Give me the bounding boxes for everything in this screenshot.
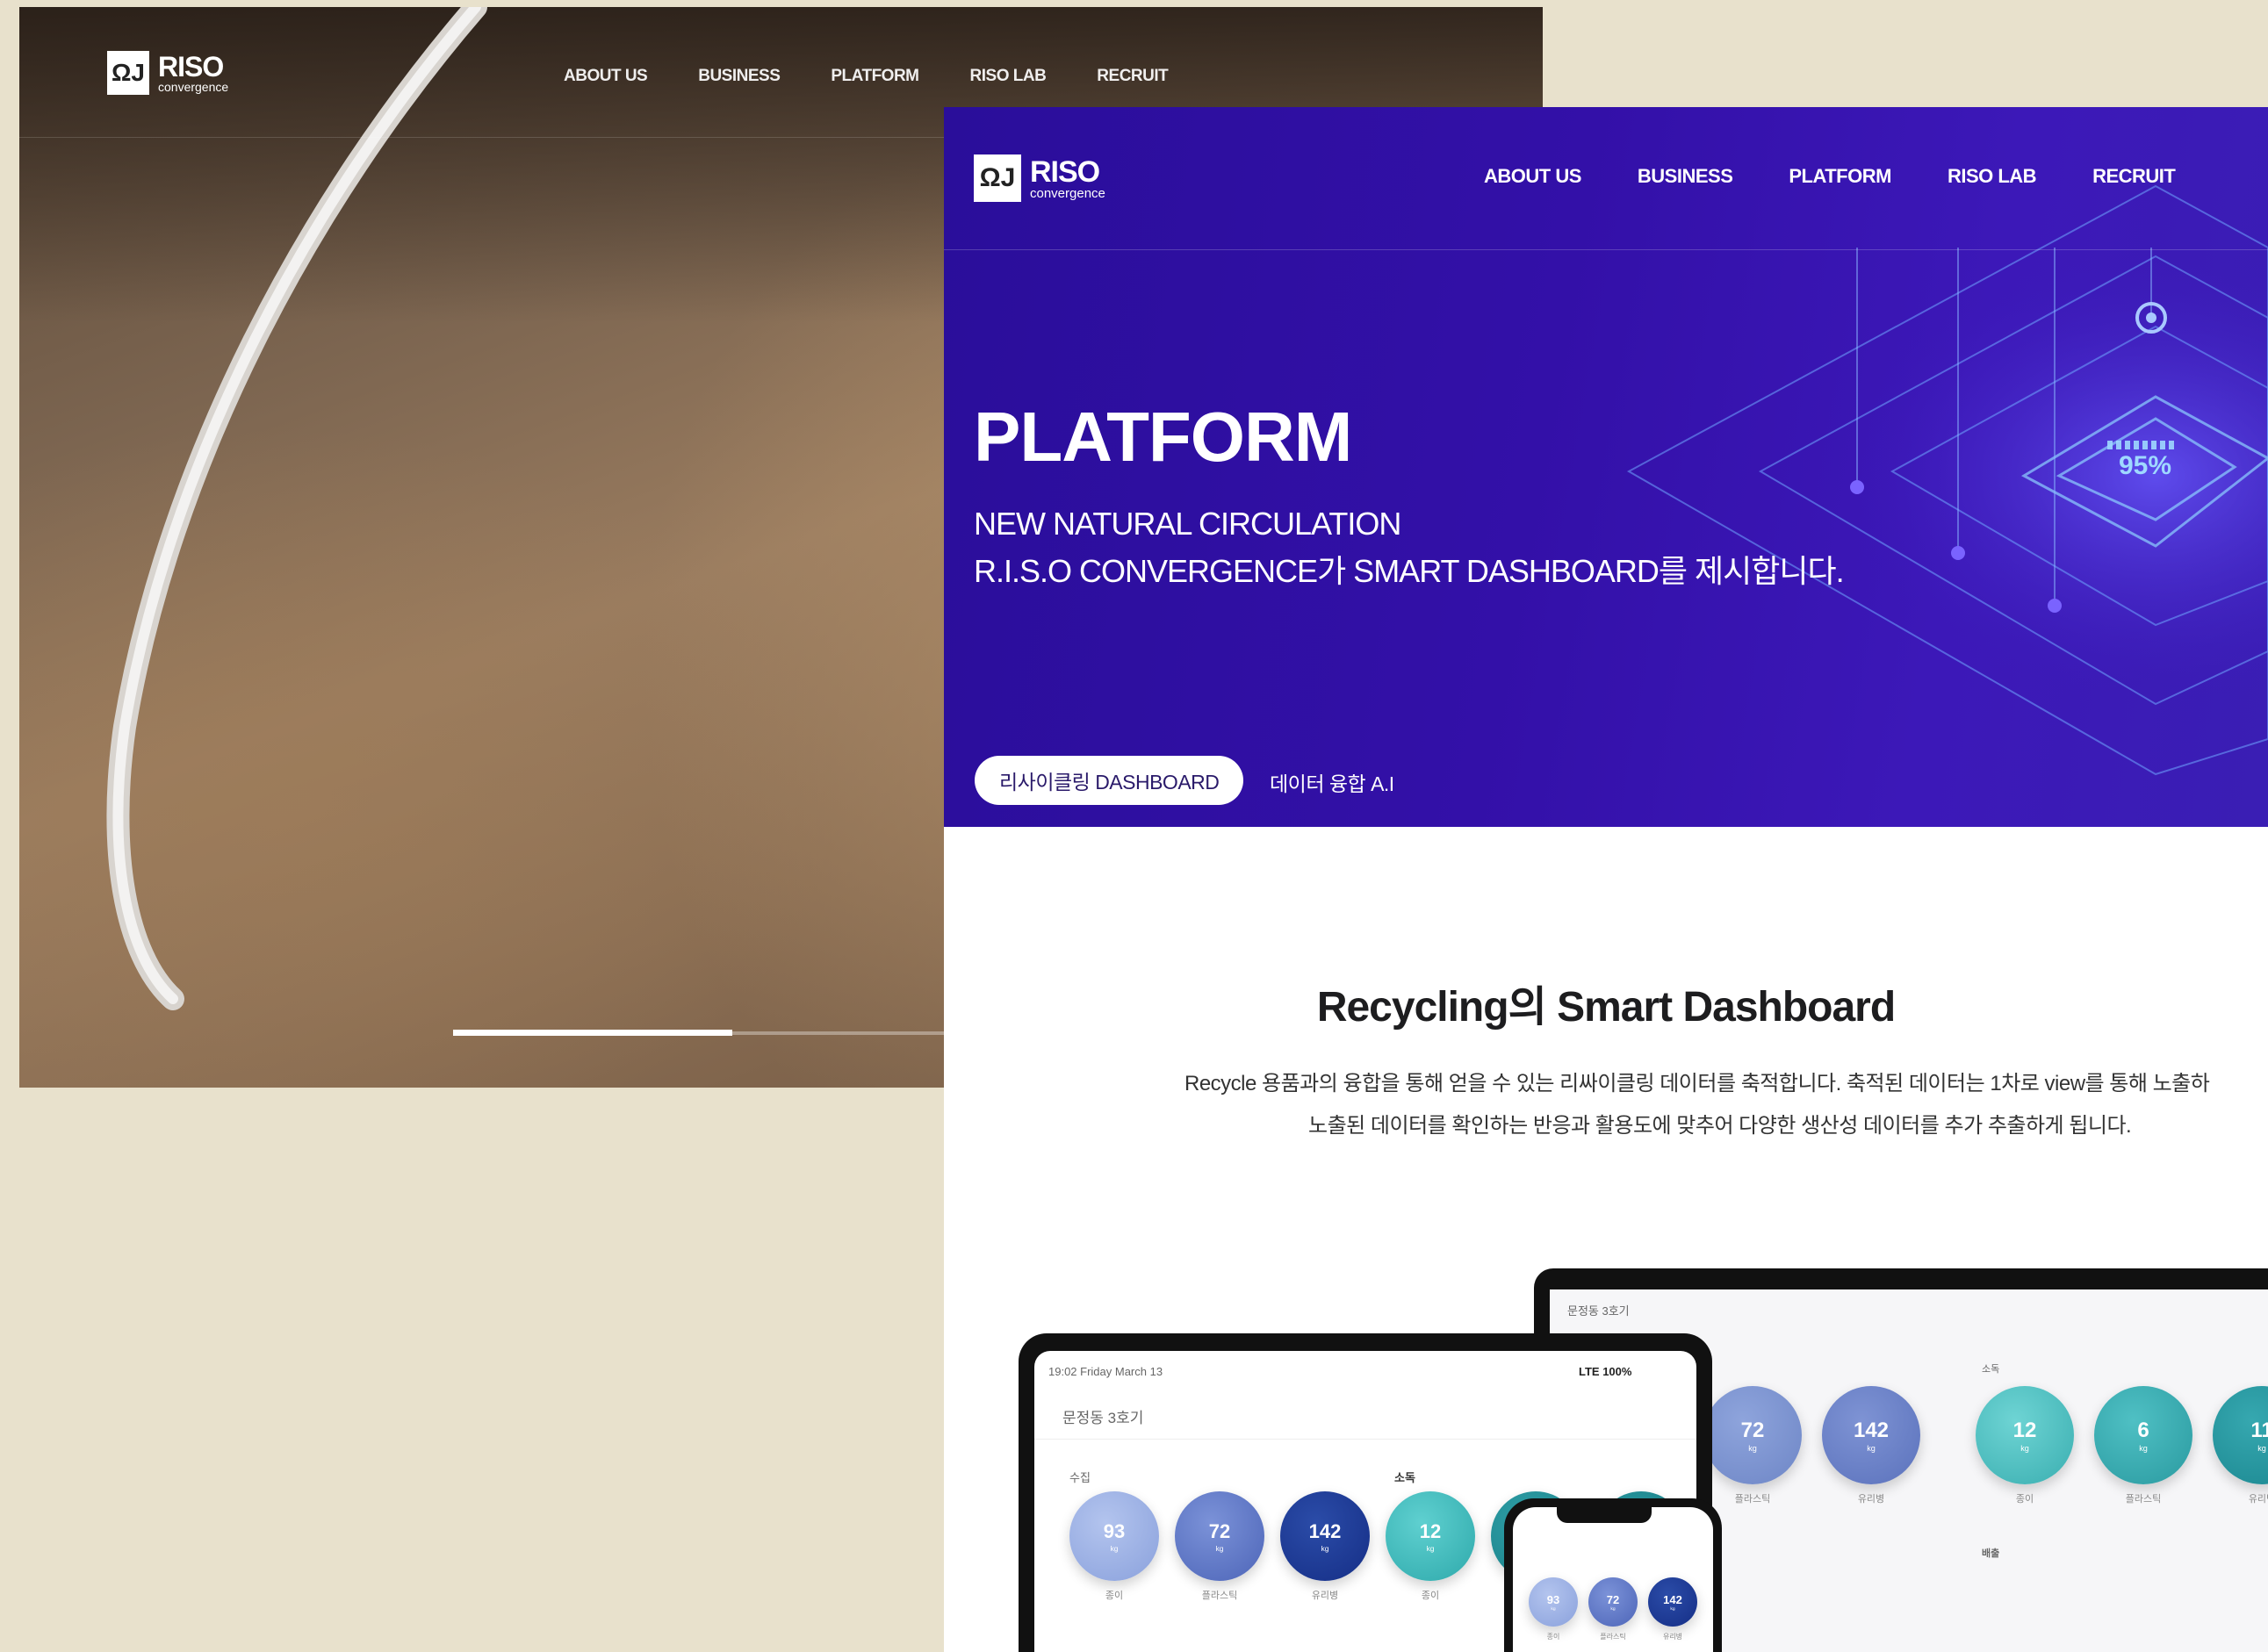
section-description-line2: 노출된 데이터를 확인하는 반응과 활용도에 맞추어 다양한 생산성 데이터를 … (1308, 1114, 2132, 1138)
tablet-group-disinfect: 소독 (1394, 1471, 1415, 1484)
tablet-circle-1-label: 종이 (1105, 1591, 1124, 1601)
phone-screen: 93 kg 종이 72 kg 플라스틱 142 kg 유리병 (1513, 1507, 1713, 1652)
nav-riso-lab[interactable]: RISO LAB (970, 67, 1047, 86)
tab-recycling-dashboard[interactable]: 리사이클링 DASHBOARD (975, 756, 1244, 805)
tablet-circle-4[interactable]: 12 kg (1386, 1491, 1475, 1581)
hero-subtitle-line1: NEW NATURAL CIRCULATION (974, 506, 1401, 542)
nav-business[interactable]: BUSINESS (698, 67, 781, 86)
nav-platform[interactable]: PLATFORM (831, 67, 919, 86)
tablet-divider (1034, 1439, 1696, 1440)
platform-page-window: 95% ΩJ RISO convergence ABOUT US BUSINES… (944, 107, 2268, 1652)
phone-circle-2[interactable]: 72 kg (1588, 1577, 1638, 1627)
laptop-circle-1-label: 플라스틱 (1734, 1494, 1771, 1505)
laptop-header: 문정동 3호기 (1567, 1304, 1630, 1318)
section-title: Recycling의 Smart Dashboard (1316, 984, 1896, 1031)
tablet-circle-3-label: 유리병 (1311, 1591, 1339, 1601)
tablet-circle-2[interactable]: 72 kg (1175, 1491, 1264, 1581)
tablet-circle-3[interactable]: 142 kg (1280, 1491, 1370, 1581)
logo-sub: convergence (1030, 185, 1105, 201)
phone-circle-3-label: 유리병 (1662, 1633, 1683, 1641)
slider-progress-fill (453, 1030, 732, 1036)
tablet-status-time: 19:02 Friday March 13 (1048, 1365, 1163, 1378)
phone-circle-1-label: 종이 (1546, 1633, 1560, 1641)
tablet-group-collect: 수집 (1069, 1471, 1091, 1484)
main-nav: ABOUT US BUSINESS PLATFORM RISO LAB RECR… (1484, 165, 2176, 188)
dashboard-percent-readout: 95% (2119, 451, 2171, 480)
phone-circle-2-label: 플라스틱 (1600, 1633, 1626, 1641)
phone-mockup: 93 kg 종이 72 kg 플라스틱 142 kg 유리병 (1504, 1498, 1722, 1652)
laptop-circle-4[interactable]: 6 kg (2094, 1386, 2192, 1484)
section-description-line1: Recycle 용품과의 융합을 통해 얻을 수 있는 리싸이클링 데이터를 축… (1184, 1072, 2210, 1095)
nav-recruit[interactable]: RECRUIT (1097, 67, 1168, 86)
hero-subtitle-line2: R.I.S.O CONVERGENCE가 SMART DASHBOARD를 제시… (974, 553, 1845, 589)
logo-mark-icon: ΩJ (974, 154, 1021, 202)
phone-circle-1[interactable]: 93 kg (1529, 1577, 1578, 1627)
tablet-circle-4-label: 종이 (1421, 1591, 1440, 1601)
platform-hero: 95% ΩJ RISO convergence ABOUT US BUSINES… (944, 107, 2268, 827)
laptop-group-label: 소독 (1982, 1364, 2000, 1375)
laptop-circle-4-label: 플라스틱 (2125, 1494, 2162, 1505)
nav-business[interactable]: BUSINESS (1638, 165, 1733, 188)
riso-logo[interactable]: ΩJ RISO convergence (974, 154, 1105, 202)
laptop-circle-5[interactable]: 11 kg (2213, 1386, 2268, 1484)
page-title: PLATFORM (974, 398, 1352, 476)
nav-recruit[interactable]: RECRUIT (2092, 165, 2176, 188)
laptop-circle-5-label: 유리병 (2248, 1494, 2268, 1505)
phone-circle-3[interactable]: 142 kg (1648, 1577, 1697, 1627)
nav-platform[interactable]: PLATFORM (1789, 165, 1891, 188)
tablet-circle-1[interactable]: 93 kg (1069, 1491, 1159, 1581)
nav-about-us[interactable]: ABOUT US (1484, 165, 1581, 188)
logo-brand: RISO (158, 51, 224, 83)
tablet-status-battery: LTE 100% (1579, 1365, 1632, 1378)
header-divider (944, 249, 2268, 250)
tab-data-fusion-ai[interactable]: 데이터 융합 A.I (1270, 767, 1394, 797)
laptop-circle-3-label: 종이 (2015, 1494, 2034, 1505)
laptop-circle-1[interactable]: 72 kg (1703, 1386, 1802, 1484)
nav-about-us[interactable]: ABOUT US (564, 67, 648, 86)
laptop-group-label-2: 배출 (1982, 1548, 2000, 1559)
laptop-circle-2[interactable]: 142 kg (1822, 1386, 1920, 1484)
nav-riso-lab[interactable]: RISO LAB (1948, 165, 2037, 188)
logo-brand: RISO (1030, 154, 1100, 189)
riso-logo[interactable]: ΩJ RISO convergence (107, 51, 228, 95)
tablet-circle-2-label: 플라스틱 (1201, 1591, 1238, 1601)
logo-mark-icon: ΩJ (107, 51, 149, 95)
phone-notch (1557, 1507, 1652, 1523)
main-nav: ABOUT US BUSINESS PLATFORM RISO LAB RECR… (564, 67, 1169, 86)
tablet-header: 문정동 3호기 (1062, 1410, 1144, 1426)
laptop-circle-3[interactable]: 12 kg (1976, 1386, 2074, 1484)
laptop-circle-2-label: 유리병 (1857, 1494, 1885, 1505)
logo-sub: convergence (158, 80, 229, 94)
